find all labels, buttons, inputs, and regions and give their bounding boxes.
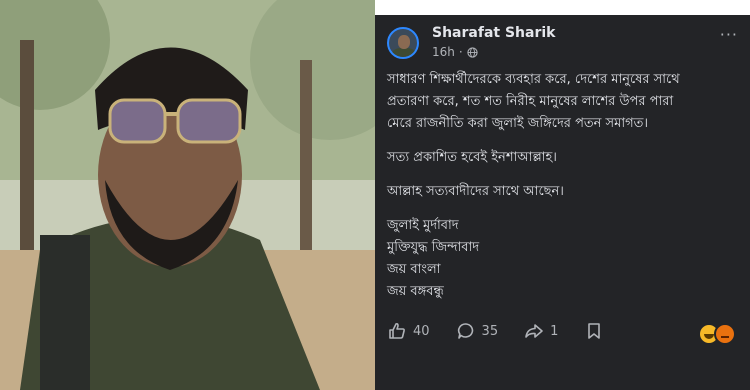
globe-icon <box>467 46 478 58</box>
text-line: সত্য প্রকাশিত হবেই ইনশাআল্লাহ। <box>387 150 557 165</box>
more-options-button[interactable]: ··· <box>720 25 738 44</box>
text-line: আল্লাহ সত্যবাদীদের সাথে আছেন। <box>387 184 564 199</box>
like-icon <box>389 322 405 339</box>
paragraph-1: সাধারণ শিক্ষার্থীদেরকে ব্যবহার করে, দেশে… <box>387 69 742 135</box>
author-name[interactable]: Sharafat Sharik <box>432 25 555 41</box>
post-actions: 40 35 1 <box>387 321 630 341</box>
photo-illustration <box>0 0 375 390</box>
text-line: জুলাই মুর্দাবাদ <box>387 218 459 233</box>
like-button[interactable]: 40 <box>387 321 430 341</box>
text-line: প্রতারণা করে, শত শত নিরীহ মানুষের লাশের … <box>387 94 674 109</box>
text-line: জয় বঙ্গবন্ধু <box>387 284 444 299</box>
text-line: মেরে রাজনীতি করা জুলাই জঙ্গিদের পতন সমাগ… <box>387 116 649 131</box>
text-line: সাধারণ শিক্ষার্থীদেরকে ব্যবহার করে, দেশে… <box>387 72 680 87</box>
text-line: মুক্তিযুদ্ধ জিন্দাবাদ <box>387 240 480 255</box>
paragraph-2: সত্য প্রকাশিত হবেই ইনশাআল্লাহ। <box>387 147 742 169</box>
comment-icon <box>457 323 473 339</box>
save-button[interactable] <box>584 321 604 341</box>
post-text: সাধারণ শিক্ষার্থীদেরকে ব্যবহার করে, দেশে… <box>387 69 742 315</box>
text-line: জয় বাংলা <box>387 262 441 277</box>
share-count: 1 <box>550 323 559 339</box>
facebook-post-card: Sharafat Sharik 16h · ··· সাধারণ শিক্ষার… <box>375 15 750 390</box>
paragraph-3: আল্লাহ সত্যবাদীদের সাথে আছেন। <box>387 181 742 203</box>
comment-button[interactable]: 35 <box>456 321 499 341</box>
meta-separator: · <box>458 45 463 59</box>
share-icon <box>525 324 543 338</box>
post-meta: 16h · <box>432 45 478 59</box>
author-avatar[interactable] <box>387 27 419 59</box>
reaction-summary[interactable] <box>698 323 736 345</box>
profile-photo <box>0 0 375 390</box>
share-button[interactable]: 1 <box>524 321 558 341</box>
save-icon <box>588 323 601 339</box>
paragraph-4: জুলাই মুর্দাবাদ মুক্তিযুদ্ধ জিন্দাবাদ জয… <box>387 215 742 303</box>
comment-count: 35 <box>481 323 499 339</box>
post-time[interactable]: 16h <box>432 45 455 59</box>
like-count: 40 <box>413 323 430 339</box>
angry-reaction-icon <box>714 323 736 345</box>
